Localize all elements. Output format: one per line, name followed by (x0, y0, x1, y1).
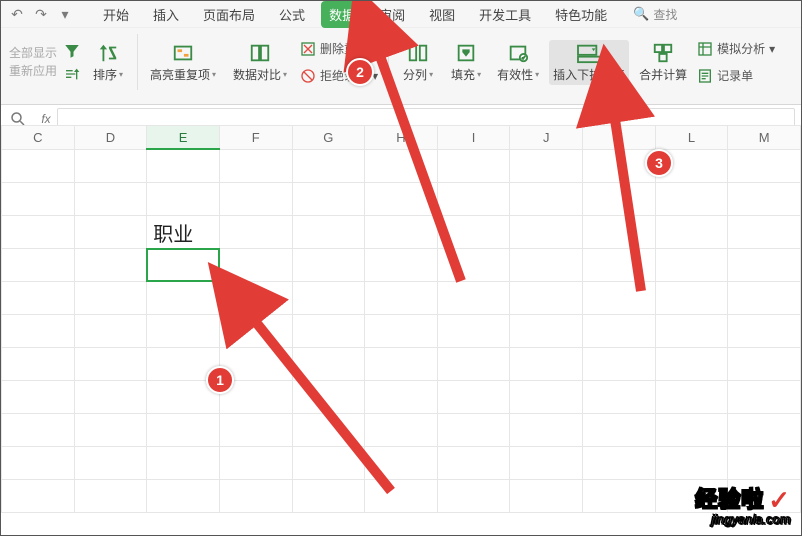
data-compare-label: 数据对比 (233, 66, 281, 83)
show-all-label[interactable]: 全部显示 (9, 45, 57, 61)
sort-za-icon[interactable] (63, 66, 81, 82)
chevron-down-icon: ▾ (212, 70, 216, 79)
data-compare-button[interactable]: 数据对比▾ (226, 40, 294, 85)
insert-dropdown-button[interactable]: 插入下拉列表 (549, 40, 629, 85)
reapply-label[interactable]: 重新应用 (9, 63, 57, 79)
consolidate-label: 合并计算 (639, 66, 687, 83)
highlight-dup-button[interactable]: 高亮重复项▾ (146, 40, 220, 85)
annotation-badge-3: 3 (645, 149, 673, 177)
ribbon-tabs: 开始 插入 页面布局 公式 数据 审阅 视图 开发工具 特色功能 (95, 1, 615, 28)
data-compare-icon (248, 42, 272, 64)
col-header[interactable]: K (583, 126, 656, 150)
search-icon: 🔍 (633, 6, 649, 22)
find-label: 查找 (653, 6, 677, 23)
highlight-dup-label: 高亮重复项 (150, 66, 210, 83)
tab-start[interactable]: 开始 (95, 1, 137, 28)
sort-az-icon (97, 42, 119, 64)
tab-formula[interactable]: 公式 (271, 1, 313, 28)
quick-access-bar: ↶ ↷ ▾ 开始 插入 页面布局 公式 数据 审阅 视图 开发工具 特色功能 🔍… (1, 1, 801, 28)
chevron-down-icon: ▾ (769, 42, 775, 56)
chevron-down-icon: ▾ (535, 70, 539, 79)
col-header[interactable]: I (437, 126, 510, 150)
selected-cell[interactable] (147, 249, 220, 282)
col-header[interactable]: H (365, 126, 438, 150)
delete-dup-icon (300, 41, 316, 57)
col-header[interactable]: M (728, 126, 801, 150)
tab-data[interactable]: 数据 (321, 1, 363, 28)
text-to-columns-icon (407, 42, 429, 64)
sort-button[interactable]: 排序▾ (87, 40, 129, 85)
find-button[interactable]: 🔍 查找 (633, 6, 677, 23)
text-to-columns-button[interactable]: 分列▾ (397, 40, 439, 85)
annotation-badge-1: 1 (206, 366, 234, 394)
annotation-badge-2: 2 (346, 58, 374, 86)
validity-label: 有效性 (497, 66, 533, 83)
sim-analysis-label: 模拟分析 (717, 40, 765, 57)
sort-label: 排序 (93, 66, 117, 83)
record-form-button[interactable]: 记录单 (697, 67, 775, 84)
tab-review[interactable]: 审阅 (371, 1, 413, 28)
chevron-down-icon: ▾ (283, 70, 287, 79)
consolidate-button[interactable]: 合并计算 (635, 40, 691, 85)
fill-button[interactable]: 填充▾ (445, 40, 487, 85)
tab-insert[interactable]: 插入 (145, 1, 187, 28)
col-header[interactable]: L (655, 126, 728, 150)
tab-view[interactable]: 视图 (421, 1, 463, 28)
chevron-down-icon: ▾ (429, 70, 433, 79)
tab-page-layout[interactable]: 页面布局 (195, 1, 263, 28)
fill-label: 填充 (451, 66, 475, 83)
column-header-row: C D E F G H I J K L M (2, 126, 801, 150)
text-to-columns-label: 分列 (403, 66, 427, 83)
col-header[interactable]: C (2, 126, 75, 150)
validity-icon (507, 42, 529, 64)
left-text-block: 全部显示 重新应用 (9, 45, 57, 79)
insert-dropdown-icon (576, 42, 602, 64)
check-icon: ✓ (768, 485, 791, 515)
consolidate-icon (652, 42, 674, 64)
tab-dev[interactable]: 开发工具 (471, 1, 539, 28)
fx-label[interactable]: fx (35, 112, 57, 126)
col-header[interactable]: F (219, 126, 292, 150)
record-form-label: 记录单 (717, 67, 753, 84)
delete-dup-button[interactable]: 删除重复项 (300, 40, 380, 57)
insert-dropdown-label: 插入下拉列表 (553, 66, 625, 83)
cell-text: 职业 (153, 224, 193, 246)
spreadsheet-grid[interactable]: C D E F G H I J K L M 职业 (1, 125, 801, 535)
chevron-down-icon: ▾ (477, 70, 481, 79)
reject-icon (300, 68, 316, 84)
redo-icon[interactable]: ↷ (31, 4, 51, 24)
sim-analysis-icon (697, 41, 713, 57)
col-header-selected[interactable]: E (147, 126, 220, 150)
tab-feature[interactable]: 特色功能 (547, 1, 615, 28)
validity-button[interactable]: 有效性▾ (493, 40, 543, 85)
highlight-dup-icon (171, 42, 195, 64)
watermark-text: 经验啦 (695, 487, 764, 512)
watermark: 经验啦✓ jingyanla.com (695, 482, 791, 527)
col-header[interactable]: J (510, 126, 583, 150)
sim-analysis-button[interactable]: 模拟分析 ▾ (697, 40, 775, 57)
col-header[interactable]: D (74, 126, 147, 150)
filter-icon[interactable] (63, 42, 81, 60)
delete-dup-label: 删除重复项 (320, 40, 380, 57)
chevron-down-icon: ▾ (119, 70, 123, 79)
col-header[interactable]: G (292, 126, 365, 150)
undo-icon[interactable]: ↶ (7, 4, 27, 24)
ribbon-data: 全部显示 重新应用 排序▾ 高亮重复项▾ (1, 28, 801, 105)
fill-icon (455, 42, 477, 64)
cell-E-row3[interactable]: 职业 (147, 216, 220, 249)
record-form-icon (697, 68, 713, 84)
quick-dd-icon[interactable]: ▾ (55, 4, 75, 24)
